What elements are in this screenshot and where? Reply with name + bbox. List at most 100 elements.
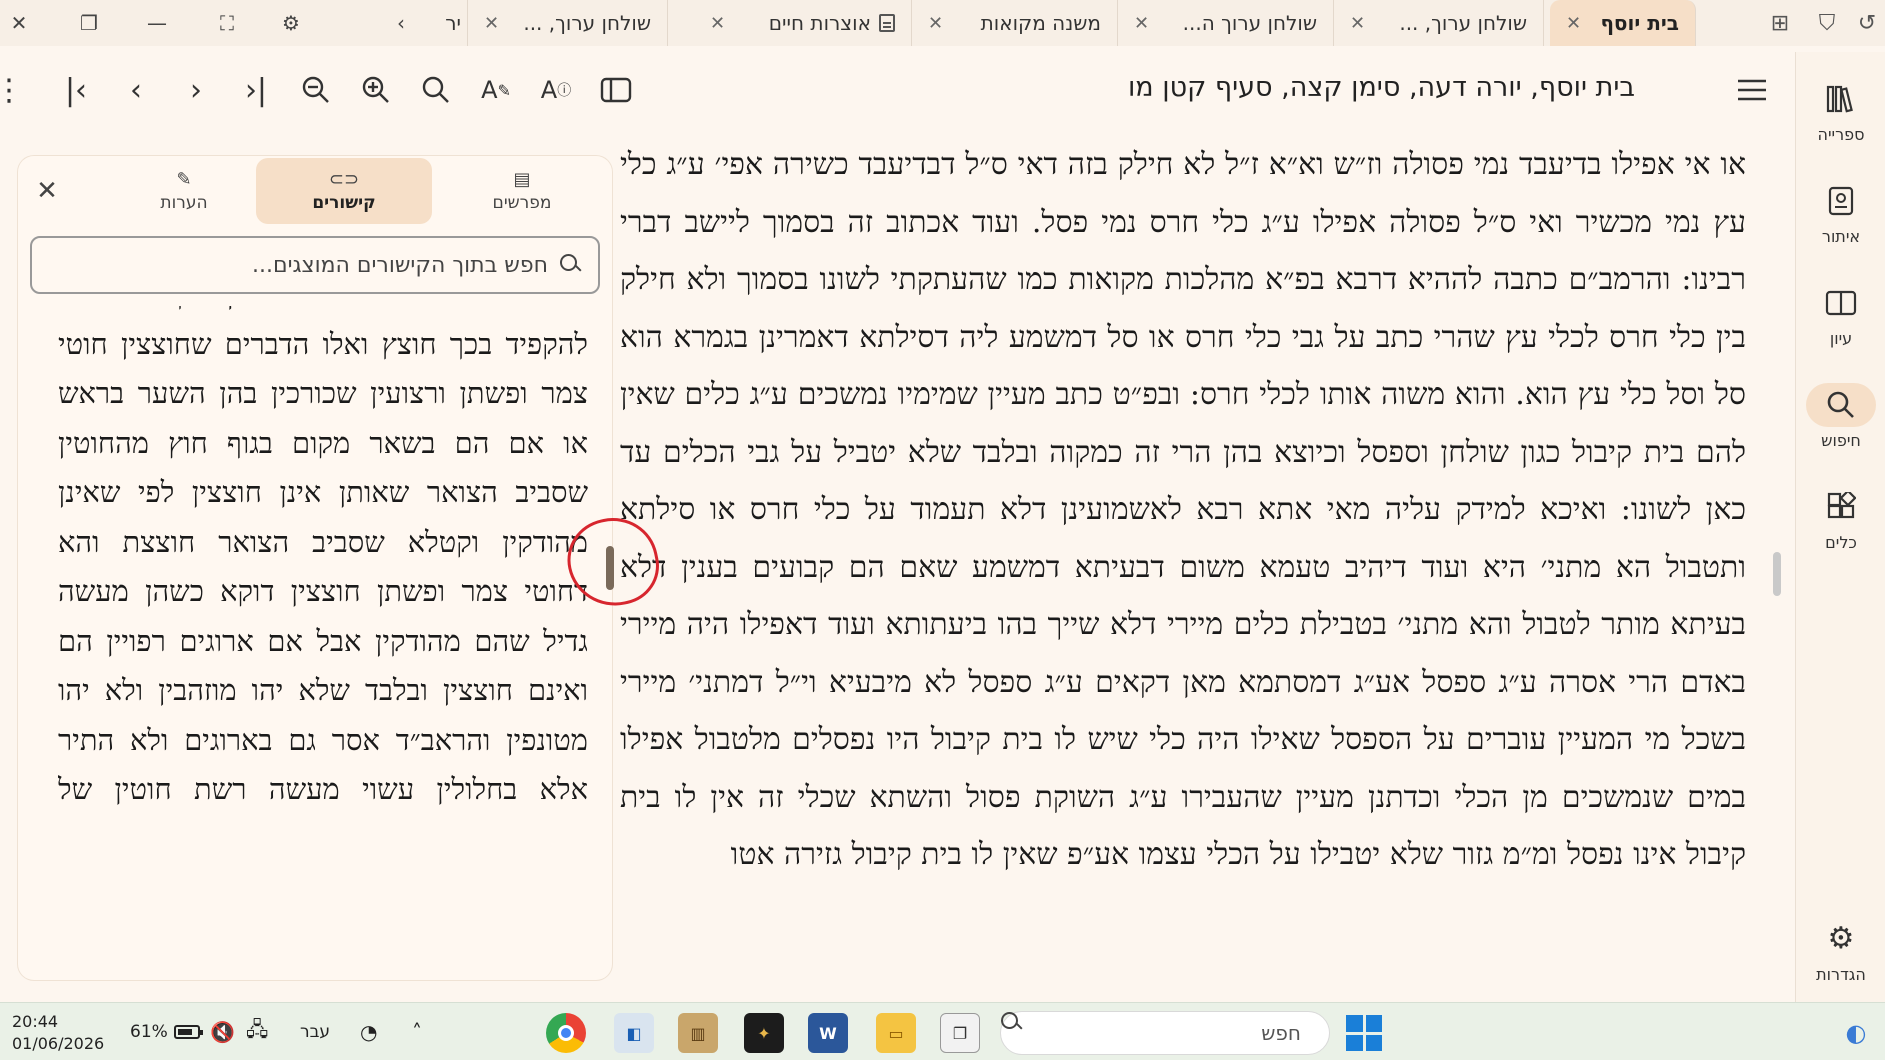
tab-label: הערות — [160, 193, 208, 213]
word-app-icon[interactable]: W — [808, 1013, 848, 1053]
close-panel-icon[interactable]: ✕ — [32, 176, 62, 206]
tab-title: אוצרות חיים — [768, 11, 871, 35]
volume-muted-icon[interactable]: 🔇 — [210, 1017, 235, 1047]
first-page-icon[interactable]: |‹ — [54, 68, 98, 112]
tab-beit-yosef[interactable]: בית יוסף ✕ — [1550, 0, 1696, 46]
search-icon — [1806, 382, 1876, 427]
nav-label: עיון — [1829, 328, 1853, 348]
show-hidden-icons-icon[interactable]: ˄ — [412, 1017, 422, 1047]
chrome-app-icon[interactable] — [546, 1013, 586, 1053]
close-tab-icon[interactable]: ✕ — [484, 13, 499, 34]
nav-label: כלים — [1825, 532, 1857, 552]
tab-otzrot-chaim[interactable]: אוצרות חיים ✕ — [694, 0, 912, 46]
tab-mishna-mikvaot[interactable]: משנה מקואות ✕ — [912, 0, 1118, 46]
library-icon — [1819, 77, 1863, 121]
settings-icon: ⚙ — [1827, 921, 1855, 956]
pdf-icon — [879, 14, 895, 32]
links-search-input[interactable] — [48, 252, 548, 278]
tools-icon — [1819, 485, 1863, 529]
commentary-text: הוא הומה דרב הגוני אפילו אין דרך בני אדם… — [58, 306, 588, 966]
scroll-tabs-left-icon[interactable]: ‹ — [386, 8, 416, 38]
tab-shulchan-aruch-h[interactable]: שולחן ערוך ה... ✕ — [1118, 0, 1334, 46]
next-icon[interactable]: › — [174, 68, 218, 112]
breadcrumb[interactable]: בית יוסף, יורה דעה, סימן קצה, סעיף קטן מ… — [1128, 72, 1635, 103]
font-info-icon[interactable]: Aⓘ — [534, 68, 578, 112]
tab-title: שולחן ערוך, ... — [1399, 11, 1527, 35]
commentary-panel: ✕ ✎ הערות ⊂⊃ קישורים ▤ מפרשים הוא הומה ד… — [18, 156, 612, 980]
zoom-in-icon[interactable] — [354, 68, 398, 112]
taskbar-search-placeholder: חפש — [1261, 1021, 1301, 1045]
battery-percent: 61% — [130, 1022, 168, 1042]
nav-item-study[interactable]: עיון — [1796, 266, 1885, 362]
nav-item-search[interactable]: חיפוש — [1796, 368, 1885, 464]
fullscreen-icon[interactable]: ⛶ — [212, 8, 242, 38]
more-options-icon[interactable]: ⋮ — [0, 68, 24, 112]
previous-icon[interactable]: ‹ — [114, 68, 158, 112]
nav-item-locate[interactable]: איתור — [1796, 164, 1885, 260]
locate-icon — [1819, 179, 1863, 223]
tab-title: יר — [445, 11, 461, 35]
panel-tabs: ✕ ✎ הערות ⊂⊃ קישורים ▤ מפרשים — [18, 156, 612, 226]
text-style-icon[interactable]: A ✎ — [474, 68, 518, 112]
main-text-content: או אי אפילו בדיעבד נמי פסולה וז״ש וא״א ז… — [620, 147, 1746, 872]
bookmark-icon[interactable]: ⛉ — [1812, 8, 1842, 38]
network-icon[interactable]: 🖧 — [246, 1017, 268, 1047]
scroll-app-icon[interactable]: ▥ — [678, 1013, 718, 1053]
nav-label: ספרייה — [1817, 124, 1865, 144]
close-tab-icon[interactable]: ✕ — [1134, 13, 1149, 34]
commentary-text-body: הוא הומה דרב הגוני אפילו אין דרך בני אדם… — [58, 306, 588, 806]
nav-item-library[interactable]: ספרייה — [1796, 62, 1885, 158]
weather-widget-icon[interactable]: ◐ — [1836, 1013, 1876, 1053]
clock-date: 01/06/2026 — [12, 1034, 105, 1053]
zoom-out-icon[interactable] — [294, 68, 338, 112]
battery-icon — [173, 1025, 203, 1039]
tab-shulchan-aruch-2[interactable]: שולחן ערוך, ... ✕ — [468, 0, 668, 46]
nav-item-tools[interactable]: כלים — [1796, 470, 1885, 566]
battery-indicator[interactable]: 61% — [130, 1017, 203, 1047]
torah-app-icon[interactable]: ✦ — [744, 1013, 784, 1053]
file-explorer-app-icon[interactable]: ▭ — [876, 1013, 916, 1053]
system-clock[interactable]: 20:44 01/06/2026 — [12, 1011, 104, 1055]
input-language[interactable]: עבר — [300, 1017, 330, 1047]
nav-label: איתור — [1821, 226, 1861, 246]
tab-strip: ✕ ❐ — ⛶ ⚙ ‹ יר שולחן ערוך, ... ✕ אוצרות … — [0, 0, 1885, 46]
tab-commentaries[interactable]: ▤ מפרשים — [434, 158, 610, 224]
notification-icon[interactable]: ◔ — [360, 1017, 377, 1047]
tab-notes[interactable]: ✎ הערות — [96, 158, 272, 224]
windows-start-icon[interactable] — [1346, 1015, 1382, 1051]
hamburger-menu-icon[interactable] — [1730, 68, 1774, 112]
tab-shulchan-aruch-1[interactable]: שולחן ערוך, ... ✕ — [1334, 0, 1544, 46]
side-navigation: ספרייה איתור עיון חיפוש כלים ⚙ הגדרות — [1795, 52, 1885, 1002]
tab-title: משנה מקואות — [980, 11, 1101, 35]
windows-taskbar: 20:44 01/06/2026 61% 🔇 🖧 עבר ◔ ˄ ◧ ▥ ✦ W… — [0, 1002, 1885, 1060]
new-tab-icon[interactable]: ⊞ — [1765, 8, 1795, 38]
history-icon[interactable]: ↺ — [1852, 8, 1882, 38]
find-in-text-icon[interactable] — [414, 68, 458, 112]
links-search-box[interactable] — [30, 236, 600, 294]
tab-links[interactable]: ⊂⊃ קישורים — [256, 158, 432, 224]
link-icon: ⊂⊃ — [328, 169, 360, 190]
clock-time: 20:44 — [12, 1012, 59, 1031]
close-window-icon[interactable]: ✕ — [4, 8, 34, 38]
last-page-icon[interactable]: ›| — [234, 68, 278, 112]
restore-window-icon[interactable]: ❐ — [74, 8, 104, 38]
close-tab-icon[interactable]: ✕ — [1350, 13, 1365, 34]
tab-label: מפרשים — [492, 193, 552, 213]
close-tab-icon[interactable]: ✕ — [710, 13, 725, 34]
python-file-app-icon[interactable]: ◧ — [614, 1013, 654, 1053]
close-tab-icon[interactable]: ✕ — [928, 13, 943, 34]
study-icon — [1819, 281, 1863, 325]
tab-title: שולחן ערוך ה... — [1182, 11, 1317, 35]
search-icon — [560, 254, 582, 276]
close-tab-icon[interactable]: ✕ — [1566, 13, 1581, 34]
toggle-side-panel-icon[interactable] — [594, 68, 638, 112]
tab-partial[interactable]: יר — [420, 0, 468, 46]
tab-label: קישורים — [312, 193, 376, 213]
window-app-icon[interactable]: ❐ — [940, 1013, 980, 1053]
nav-item-settings[interactable]: ⚙ הגדרות — [1796, 902, 1885, 998]
main-scrollbar[interactable] — [1773, 552, 1781, 596]
tab-title: שולחן ערוך, ... — [523, 11, 651, 35]
taskbar-search[interactable]: חפש — [1000, 1011, 1330, 1055]
settings-gear-icon[interactable]: ⚙ — [276, 8, 306, 38]
minimize-window-icon[interactable]: — — [142, 8, 172, 38]
